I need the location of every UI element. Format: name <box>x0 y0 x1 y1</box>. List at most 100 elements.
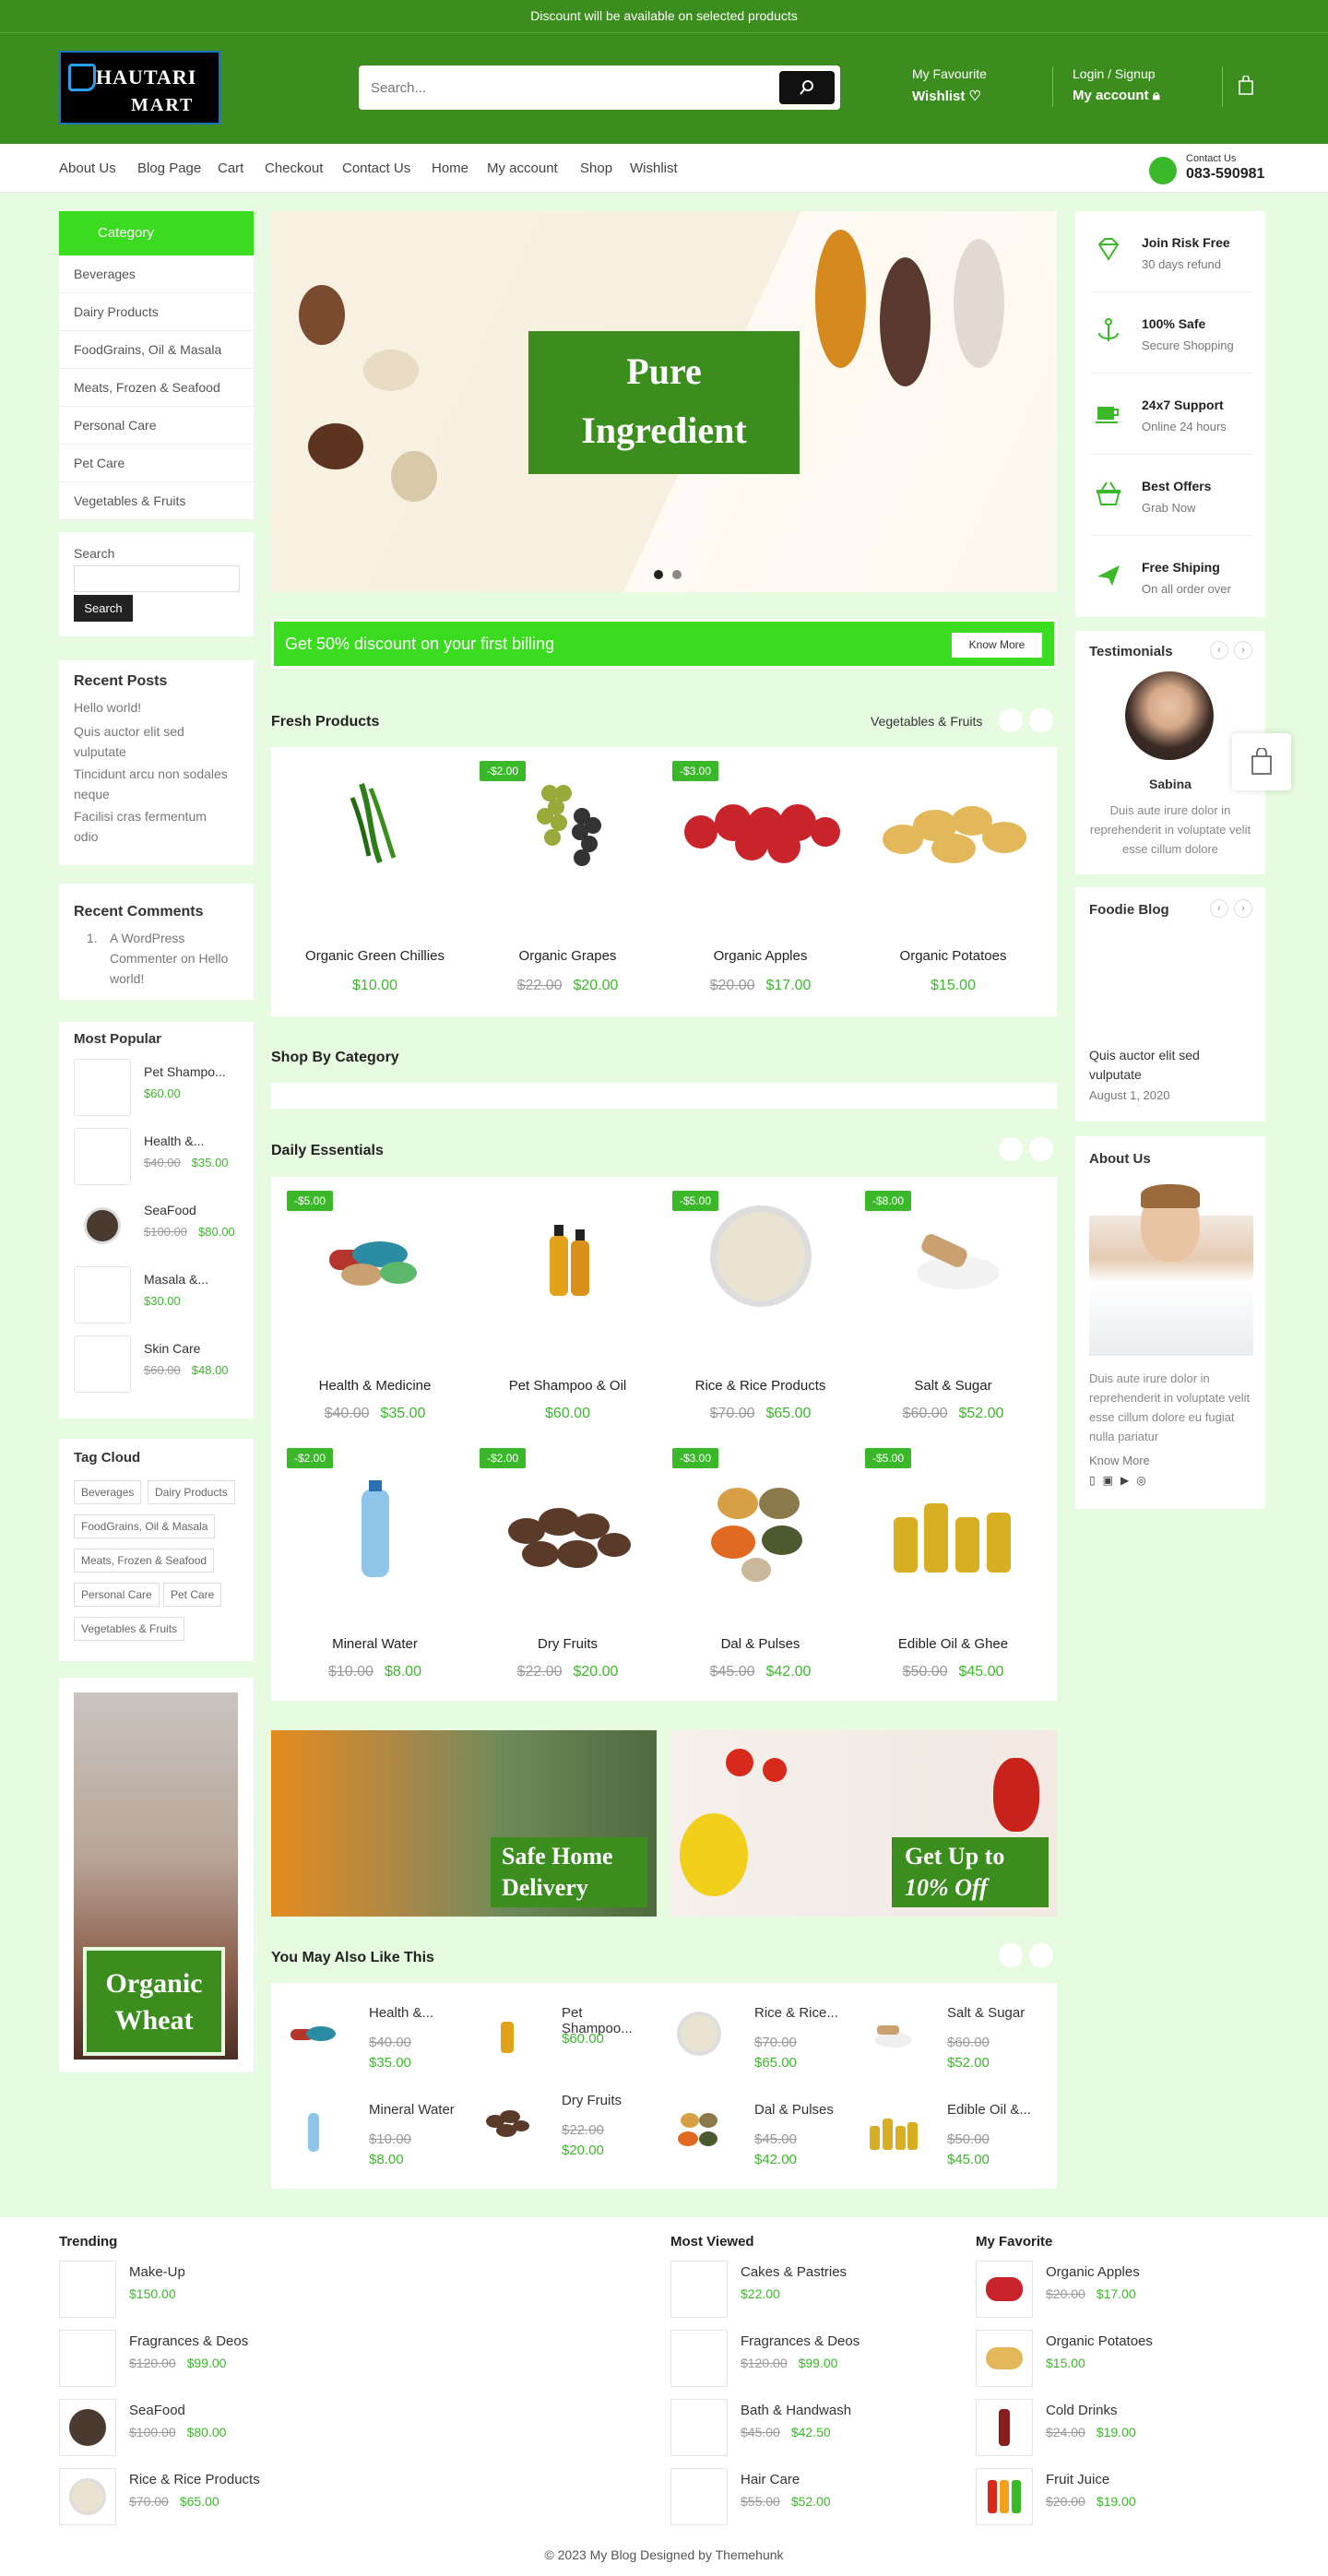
nav-about-us[interactable]: About Us <box>59 160 116 176</box>
recent-post-link[interactable]: Hello world! <box>74 697 240 718</box>
next-arrow-button[interactable] <box>1029 1137 1053 1161</box>
slider-dot-active[interactable] <box>654 570 663 579</box>
also-like-item[interactable]: Salt & Sugar $60.00 $52.00 <box>849 1992 1042 2075</box>
footer-product[interactable]: Fragrances & Deos $120.00 $99.00 <box>59 2330 336 2389</box>
site-logo[interactable]: HAUTARI MART <box>59 51 220 125</box>
footer-product[interactable]: Hair Care $55.00 $52.00 <box>670 2468 947 2527</box>
nav-blog-page[interactable]: Blog Page <box>137 160 201 176</box>
instagram-icon[interactable]: ◎ <box>1136 1474 1153 1487</box>
popular-item[interactable]: Masala &... $30.00 <box>74 1266 240 1325</box>
category-item[interactable]: Vegetables & Fruits <box>59 482 254 520</box>
hero-slider[interactable]: Pure Ingredient <box>271 211 1057 592</box>
recent-comments-title: Recent Comments <box>74 904 204 920</box>
category-item[interactable]: FoodGrains, Oil & Masala <box>59 331 254 369</box>
product-thumb <box>670 2399 728 2456</box>
old-price: $60.00 <box>947 2035 990 2050</box>
popular-item[interactable]: Health &... $40.00 $35.00 <box>74 1128 240 1187</box>
search-widget-label: Search <box>74 546 115 561</box>
footer-product[interactable]: Bath & Handwash $45.00 $42.50 <box>670 2399 947 2458</box>
tag-link[interactable]: Meats, Frozen & Seafood <box>74 1549 215 1573</box>
prev-arrow-button[interactable] <box>999 1943 1023 1967</box>
recent-comment-link[interactable]: A WordPress Commenter on Hello world! <box>110 928 239 989</box>
feature-title: Join Risk Free <box>1142 235 1230 250</box>
safe-delivery-banner[interactable]: Safe Home Delivery <box>271 1730 657 1917</box>
search-button[interactable] <box>779 71 835 104</box>
category-item[interactable]: Dairy Products <box>59 293 254 331</box>
cart-icon[interactable] <box>1238 76 1254 96</box>
popular-item[interactable]: SeaFood $100.00 $80.00 <box>74 1197 240 1256</box>
most-viewed-title: Most Viewed <box>670 2234 754 2250</box>
footer-product[interactable]: Organic Potatoes $15.00 <box>976 2330 1252 2389</box>
tag-link[interactable]: Vegetables & Fruits <box>74 1617 185 1641</box>
category-item[interactable]: Meats, Frozen & Seafood <box>59 369 254 407</box>
nav-contact-us[interactable]: Contact Us <box>342 160 410 176</box>
discount-promo-banner[interactable]: Get Up to 10% Off <box>670 1730 1057 1917</box>
footer-product[interactable]: Rice & Rice Products $70.00 $65.00 <box>59 2468 336 2527</box>
next-arrow-button[interactable] <box>1029 1943 1053 1967</box>
nav-shop[interactable]: Shop <box>580 160 612 176</box>
youtube-icon[interactable]: ▶ <box>1120 1474 1136 1487</box>
next-arrow-button[interactable]: › <box>1234 899 1252 918</box>
tag-link[interactable]: Pet Care <box>163 1583 222 1607</box>
popular-item[interactable]: Skin Care $60.00 $48.00 <box>74 1335 240 1395</box>
product-price: $99.00 <box>798 2356 838 2370</box>
footer-product[interactable]: Make-Up $150.00 <box>59 2261 336 2320</box>
also-like-item[interactable]: Health &... $40.00 $35.00 <box>271 1992 464 2075</box>
tag-link[interactable]: Personal Care <box>74 1583 160 1607</box>
also-like-item[interactable]: Rice & Rice... $70.00 $65.00 <box>657 1992 849 2075</box>
widget-search-input[interactable] <box>74 565 240 592</box>
old-price: $22.00 <box>516 1664 563 1680</box>
product-thumb <box>59 2399 116 2456</box>
green-chillies-image <box>350 783 397 864</box>
nav-cart[interactable]: Cart <box>218 160 243 176</box>
widget-search-button[interactable]: Search <box>74 595 133 622</box>
search-input[interactable] <box>371 77 758 98</box>
footer-product[interactable]: Fruit Juice $20.00 $19.00 <box>976 2468 1252 2527</box>
product-thumb <box>677 2012 721 2056</box>
tag-link[interactable]: FoodGrains, Oil & Masala <box>74 1514 216 1538</box>
also-like-item[interactable]: Dal & Pulses $45.00 $42.00 <box>657 2089 849 2172</box>
popular-item[interactable]: Pet Shampo... $60.00 <box>74 1059 240 1118</box>
footer-product[interactable]: Fragrances & Deos $120.00 $99.00 <box>670 2330 947 2389</box>
footer-product[interactable]: Cakes & Pastries $22.00 <box>670 2261 947 2320</box>
nav-wishlist[interactable]: Wishlist <box>630 160 678 176</box>
also-like-item[interactable]: Mineral Water $10.00 $8.00 <box>271 2089 464 2172</box>
wheat-promo-image[interactable]: Organic Wheat <box>74 1692 238 2060</box>
also-like-item[interactable]: Edible Oil &... $50.00 $45.00 <box>849 2089 1042 2172</box>
prev-arrow-button[interactable] <box>999 1137 1023 1161</box>
recent-post-link[interactable]: Facilisi cras fermentum odio <box>74 806 231 847</box>
category-header[interactable]: Category <box>59 211 254 255</box>
category-item[interactable]: Pet Care <box>59 445 254 482</box>
recent-post-link[interactable]: Quis auctor elit sed vulputate <box>74 721 221 762</box>
footer-product[interactable]: Organic Apples $20.00 $17.00 <box>976 2261 1252 2320</box>
tag-link[interactable]: Dairy Products <box>148 1480 235 1504</box>
wishlist-link[interactable]: My Favourite Wishlist ♡ <box>912 66 987 104</box>
tag-link[interactable]: Beverages <box>74 1480 142 1504</box>
prev-arrow-button[interactable] <box>999 708 1023 732</box>
product-thumb <box>308 2113 319 2152</box>
next-arrow-button[interactable] <box>1029 708 1053 732</box>
nav-home[interactable]: Home <box>432 160 468 176</box>
category-item[interactable]: Personal Care <box>59 407 254 445</box>
also-like-item[interactable]: Pet Shampoo... $60.00 <box>464 1992 657 2075</box>
account-link[interactable]: Login / Signup My account 🔒︎ <box>1073 66 1160 103</box>
footer-product[interactable]: Cold Drinks $24.00 $19.00 <box>976 2399 1252 2458</box>
nav-my-account[interactable]: My account <box>487 160 558 176</box>
slider-dot[interactable] <box>672 570 682 579</box>
next-arrow-button[interactable]: › <box>1234 641 1252 659</box>
also-like-item[interactable]: Dry Fruits $22.00 $20.00 <box>464 2080 657 2163</box>
prev-arrow-button[interactable]: ‹ <box>1210 641 1228 659</box>
linkedin-icon[interactable]: ▣ <box>1103 1474 1120 1487</box>
blog-post-link[interactable]: Quis auctor elit sed vulputate <box>1089 1046 1255 1085</box>
most-popular-title: Most Popular <box>74 1031 162 1047</box>
footer-product[interactable]: SeaFood $100.00 $80.00 <box>59 2399 336 2458</box>
about-know-more-link[interactable]: Know More <box>1089 1454 1150 1467</box>
recent-post-link[interactable]: Tincidunt arcu non sodales neque <box>74 764 240 804</box>
nav-checkout[interactable]: Checkout <box>265 160 323 176</box>
fresh-filter-tab[interactable]: Vegetables & Fruits <box>871 714 982 729</box>
category-item[interactable]: Beverages <box>59 255 254 293</box>
mobile-icon[interactable]: ▯ <box>1089 1474 1103 1487</box>
floating-cart-button[interactable] <box>1232 733 1291 790</box>
prev-arrow-button[interactable]: ‹ <box>1210 899 1228 918</box>
know-more-button[interactable]: Know More <box>952 633 1042 658</box>
